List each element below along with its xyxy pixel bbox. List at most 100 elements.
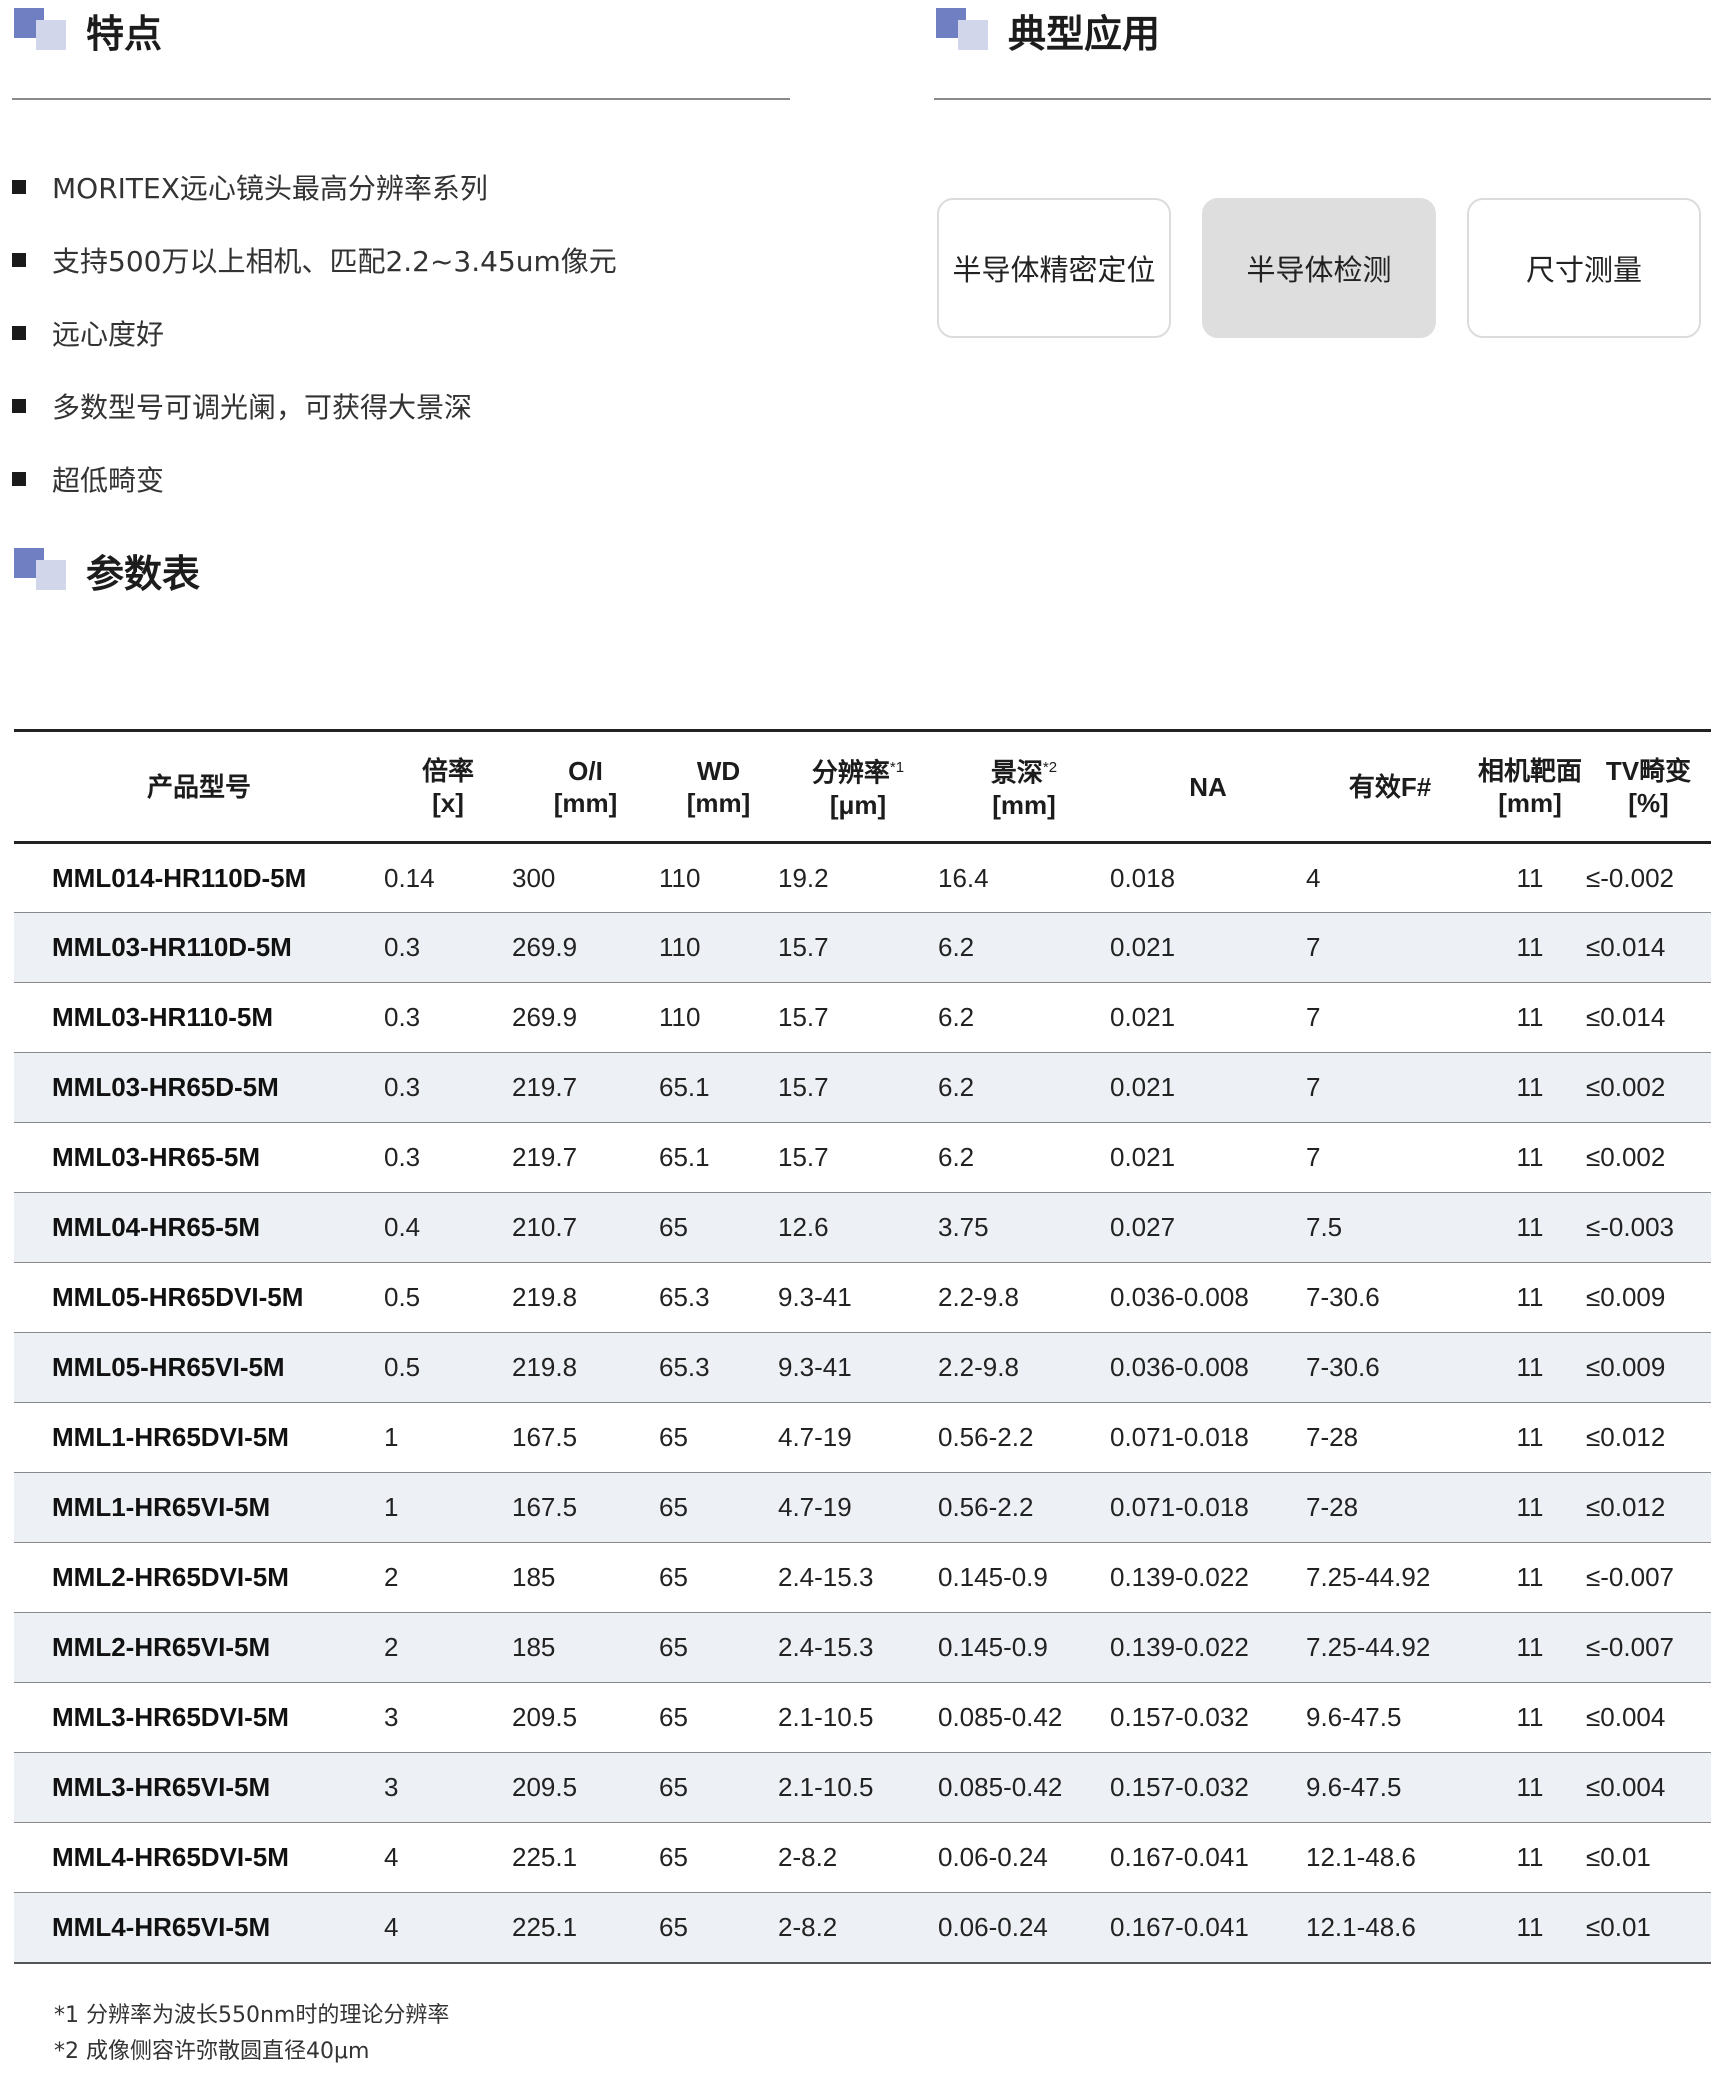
table-cell: 0.021 [1110, 982, 1306, 1053]
table-cell: 6.2 [938, 982, 1110, 1053]
table-cell: 0.071-0.018 [1110, 1472, 1306, 1543]
table-cell: ≤0.014 [1586, 912, 1711, 983]
table-cell: 0.157-0.032 [1110, 1682, 1306, 1753]
table-cell: ≤0.01 [1586, 1892, 1711, 1964]
table-cell: 219.8 [512, 1332, 659, 1403]
table-cell: 0.085-0.42 [938, 1752, 1110, 1823]
section-square-icon [14, 8, 66, 50]
table-cell: 19.2 [778, 842, 938, 913]
table-body: MML014-HR110D-5M 0.14 300 110 19.2 16.4 0.018 4… [14, 842, 1711, 1964]
model-cell: MML05-HR65DVI-5M [14, 1262, 384, 1333]
table-cell: 65 [659, 1682, 778, 1753]
table-cell: 0.145-0.9 [938, 1542, 1110, 1613]
table-cell: 65.1 [659, 1122, 778, 1193]
table-cell: 0.06-0.24 [938, 1822, 1110, 1893]
table-cell: 209.5 [512, 1682, 659, 1753]
table-cell: 3 [384, 1752, 512, 1823]
params-title: 参数表 [86, 552, 201, 596]
table-cell: 225.1 [512, 1822, 659, 1893]
table-row: MML014-HR110D-5M 0.14 300 110 19.2 16.4 0.018 4… [14, 842, 1711, 913]
model-cell: MML05-HR65VI-5M [14, 1332, 384, 1403]
table-cell: 269.9 [512, 982, 659, 1053]
table-cell: 65 [659, 1542, 778, 1613]
table-cell: 269.9 [512, 912, 659, 983]
table-cell: 7 [1306, 1122, 1474, 1193]
table-cell: 110 [659, 842, 778, 913]
application-cards: 半导体精密定位 半导体检测 尺寸测量 [937, 198, 1701, 338]
column-header: 产品型号 [14, 729, 384, 844]
table-cell: 0.036-0.008 [1110, 1262, 1306, 1333]
table-cell: 12.1-48.6 [1306, 1892, 1474, 1964]
app-card-precision-positioning[interactable]: 半导体精密定位 [937, 198, 1171, 338]
table-cell: 2 [384, 1542, 512, 1613]
table-row: MML03-HR110-5M 0.3 269.9 110 15.7 6.2 0.021 7 11… [14, 982, 1711, 1053]
table-cell: 15.7 [778, 1052, 938, 1123]
feature-item: 支持500万以上相机、匹配2.2~3.45um像元 [12, 223, 617, 296]
table-cell: 185 [512, 1542, 659, 1613]
table-cell: 11 [1474, 1122, 1586, 1193]
table-cell: 7-30.6 [1306, 1262, 1474, 1333]
table-cell: 0.56-2.2 [938, 1402, 1110, 1473]
table-row: MML03-HR110D-5M 0.3 269.9 110 15.7 6.2 0.021 7 1… [14, 912, 1711, 983]
table-cell: 110 [659, 912, 778, 983]
table-cell: 9.6-47.5 [1306, 1682, 1474, 1753]
table-cell: 0.14 [384, 842, 512, 913]
table-row: MML2-HR65VI-5M 2 185 65 2.4-15.3 0.145-0.9 0.1… [14, 1612, 1711, 1683]
table-cell: ≤0.01 [1586, 1822, 1711, 1893]
table-cell: ≤-0.002 [1586, 842, 1711, 913]
table-cell: 225.1 [512, 1892, 659, 1964]
table-row: MML3-HR65DVI-5M 3 209.5 65 2.1-10.5 0.085-0.4… [14, 1682, 1711, 1753]
table-cell: 4.7-19 [778, 1472, 938, 1543]
section-square-icon [936, 8, 988, 50]
feature-item: MORITEX远心镜头最高分辨率系列 [12, 150, 617, 223]
table-cell: 0.021 [1110, 1052, 1306, 1123]
square-bullet-icon [12, 252, 26, 267]
table-cell: 2 [384, 1612, 512, 1683]
table-cell: 2-8.2 [778, 1822, 938, 1893]
table-cell: ≤0.004 [1586, 1682, 1711, 1753]
table-cell: ≤0.004 [1586, 1752, 1711, 1823]
model-cell: MML4-HR65VI-5M [14, 1892, 384, 1964]
column-header: TV畸变 [%] [1586, 729, 1711, 844]
table-cell: 15.7 [778, 982, 938, 1053]
table-cell: 219.7 [512, 1052, 659, 1123]
table-cell: ≤0.014 [1586, 982, 1711, 1053]
app-card-dimension-measurement[interactable]: 尺寸测量 [1467, 198, 1701, 338]
footnote: *2 成像侧容许弥散圆直径40μm [54, 2039, 370, 2064]
model-cell: MML04-HR65-5M [14, 1192, 384, 1263]
table-cell: 7 [1306, 982, 1474, 1053]
app-card-semiconductor-inspection[interactable]: 半导体检测 [1202, 198, 1436, 338]
table-cell: ≤-0.003 [1586, 1192, 1711, 1263]
table-cell: ≤-0.007 [1586, 1612, 1711, 1683]
table-row: MML03-HR65D-5M 0.3 219.7 65.1 15.7 6.2 0.021 7 1… [14, 1052, 1711, 1123]
table-cell: 0.145-0.9 [938, 1612, 1110, 1683]
table-cell: 11 [1474, 1472, 1586, 1543]
table-cell: 7.25-44.92 [1306, 1542, 1474, 1613]
table-cell: 65 [659, 1192, 778, 1263]
table-cell: 2.4-15.3 [778, 1612, 938, 1683]
table-row: MML1-HR65VI-5M 1 167.5 65 4.7-19 0.56-2.2 0.07… [14, 1472, 1711, 1543]
model-cell: MML2-HR65VI-5M [14, 1612, 384, 1683]
table-cell: 11 [1474, 1892, 1586, 1964]
table-cell: 16.4 [938, 842, 1110, 913]
features-heading: 特点 [14, 8, 162, 54]
square-bullet-icon [12, 471, 26, 486]
table-cell: 2.4-15.3 [778, 1542, 938, 1613]
column-header: 有效F# [1306, 729, 1474, 844]
table-cell: 11 [1474, 1052, 1586, 1123]
table-cell: 0.036-0.008 [1110, 1332, 1306, 1403]
table-cell: 12.1-48.6 [1306, 1822, 1474, 1893]
applications-heading: 典型应用 [936, 8, 1160, 54]
table-cell: 3.75 [938, 1192, 1110, 1263]
feature-item: 远心度好 [12, 296, 617, 369]
table-cell: 0.167-0.041 [1110, 1892, 1306, 1964]
table-cell: 9.3-41 [778, 1262, 938, 1333]
column-header: 分辨率*1 [μm] [778, 729, 938, 844]
table-cell: 7.5 [1306, 1192, 1474, 1263]
table-cell: 65 [659, 1822, 778, 1893]
table-cell: 0.139-0.022 [1110, 1612, 1306, 1683]
table-cell: 2-8.2 [778, 1892, 938, 1964]
table-cell: ≤0.012 [1586, 1402, 1711, 1473]
table-cell: 7 [1306, 1052, 1474, 1123]
table-cell: 7-28 [1306, 1472, 1474, 1543]
